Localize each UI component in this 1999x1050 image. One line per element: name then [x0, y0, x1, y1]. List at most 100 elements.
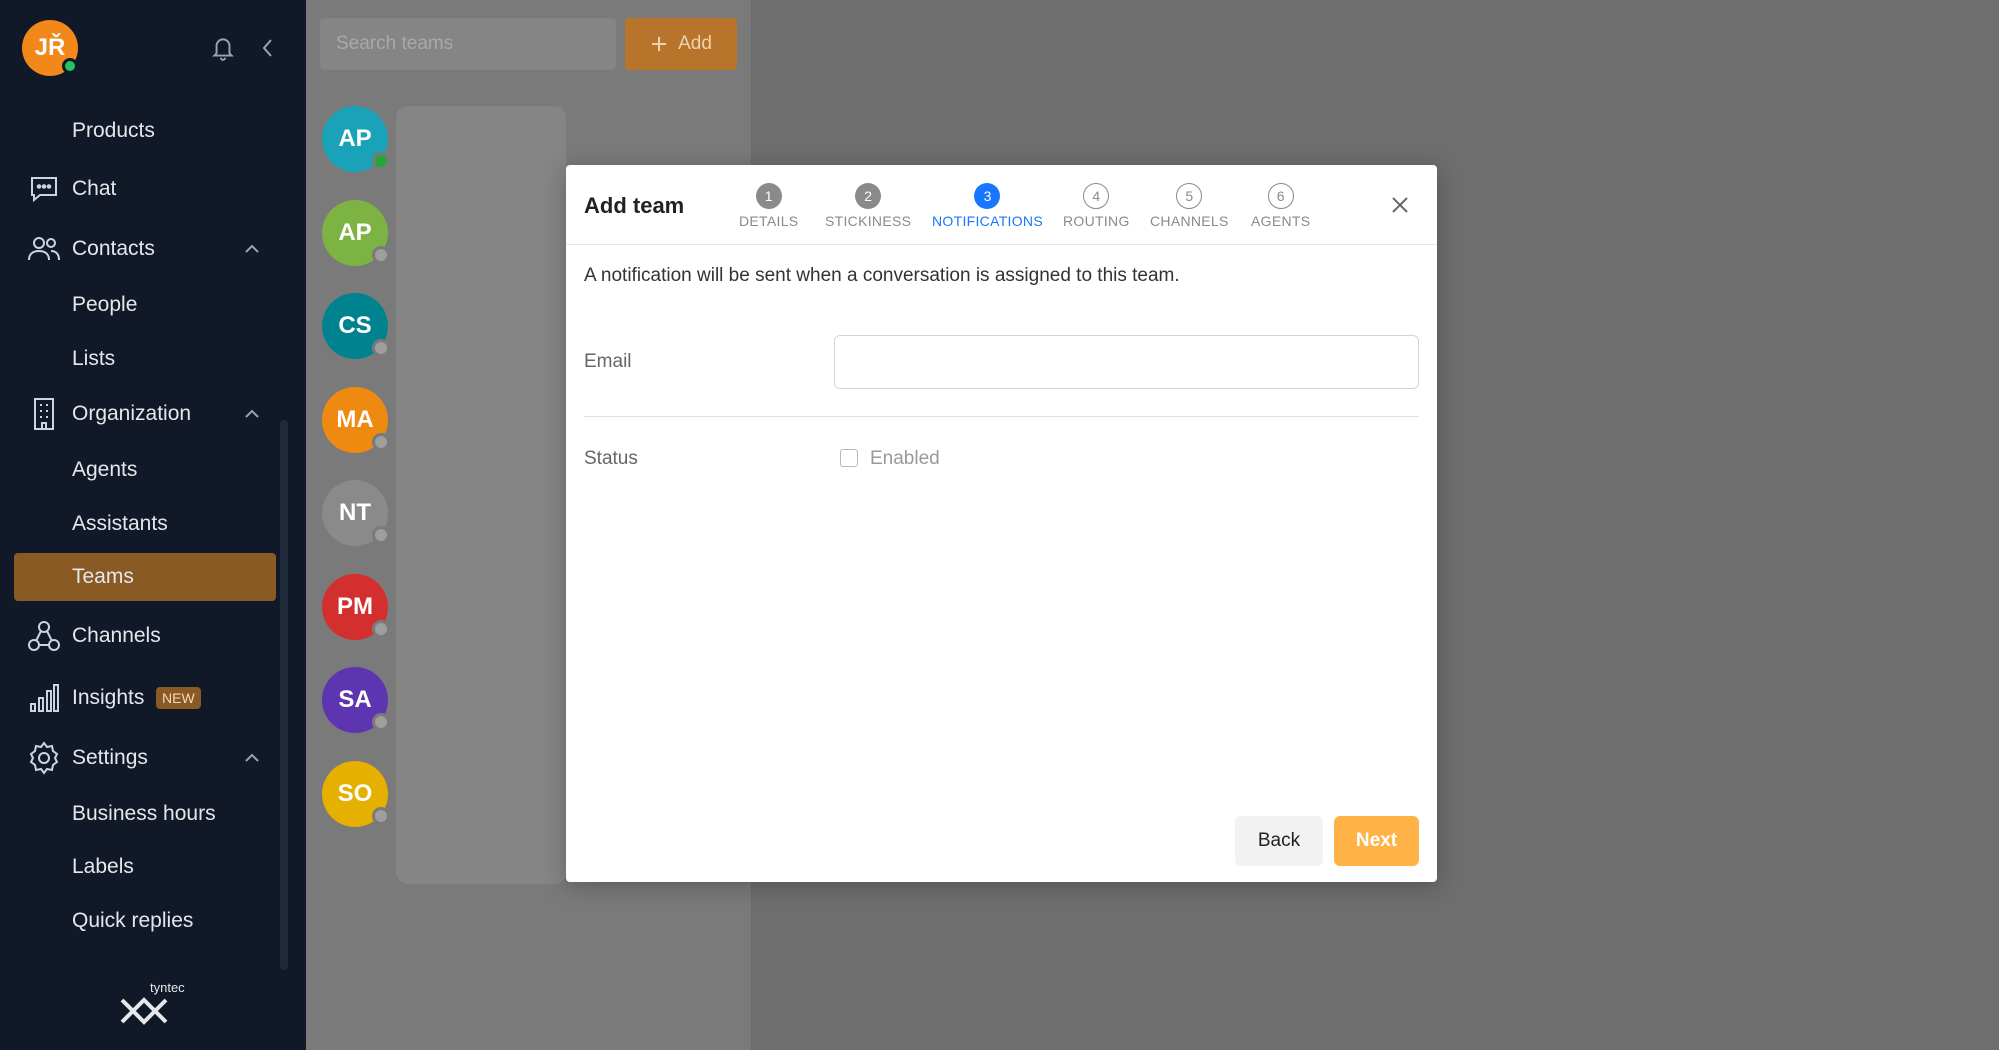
step-label: STICKINESS — [825, 213, 912, 229]
sidebar: JŘ Products Chat Contacts People Lists O… — [0, 0, 306, 1050]
step-number: 2 — [855, 183, 882, 209]
team-status-dot — [372, 806, 390, 825]
sidebar-item-label: Contacts — [72, 237, 155, 260]
team-initials: PM — [337, 592, 373, 620]
sidebar-item-label: People — [72, 293, 138, 316]
step-number: 1 — [755, 183, 782, 209]
plus-icon — [652, 37, 667, 51]
bell-icon[interactable] — [210, 34, 236, 62]
team-initials: AP — [338, 218, 372, 246]
chevron-left-icon[interactable] — [258, 36, 278, 60]
step-label: NOTIFICATIONS — [932, 213, 1043, 229]
team-avatar[interactable]: PM — [322, 573, 390, 640]
sidebar-item-label: Settings — [72, 746, 148, 769]
user-avatar[interactable]: JŘ — [22, 20, 78, 76]
chevron-up-icon[interactable] — [242, 748, 262, 768]
step-stickiness[interactable]: 2 STICKINESS — [825, 183, 911, 229]
add-team-modal: Add team 1 DETAILS 2 STICKINESS 3 NOTIFI… — [566, 165, 1437, 882]
team-initials: NT — [339, 499, 371, 526]
modal-header: Add team 1 DETAILS 2 STICKINESS 3 NOTIFI… — [566, 165, 1437, 245]
status-label: Status — [584, 448, 638, 469]
sidebar-item-label: Teams — [72, 565, 134, 588]
sidebar-item-quick-replies[interactable]: Quick replies — [0, 897, 306, 945]
team-avatar[interactable]: AP — [322, 106, 390, 172]
sidebar-item-labels[interactable]: Labels — [0, 843, 306, 891]
bar-chart-icon — [26, 680, 62, 716]
step-notifications[interactable]: 3 NOTIFICATIONS — [932, 183, 1043, 229]
logo-text: tyntec — [150, 980, 185, 995]
divider — [584, 416, 1419, 417]
team-avatar[interactable]: MA — [322, 386, 390, 453]
sidebar-item-label: Labels — [72, 855, 134, 878]
sidebar-item-lists[interactable]: Lists — [0, 335, 306, 383]
modal-title: Add team — [584, 193, 685, 218]
chevron-up-icon[interactable] — [242, 404, 262, 424]
chat-icon — [26, 171, 62, 207]
sidebar-item-label: Agents — [72, 458, 138, 481]
chevron-up-icon[interactable] — [242, 239, 262, 259]
step-label: ROUTING — [1063, 213, 1130, 229]
team-avatar[interactable]: NT — [322, 480, 390, 546]
team-status-dot — [372, 432, 390, 451]
sidebar-item-teams[interactable]: Teams — [14, 553, 276, 601]
team-initials: SO — [337, 779, 373, 807]
sidebar-item-label: Channels — [72, 624, 161, 647]
enabled-label: Enabled — [870, 448, 940, 469]
team-status-dot — [372, 619, 390, 638]
enabled-checkbox[interactable] — [840, 449, 858, 467]
team-avatar[interactable]: AP — [322, 199, 390, 266]
sidebar-item-label: Quick replies — [72, 909, 194, 932]
sidebar-item-label: Organization — [72, 402, 192, 425]
sidebar-item-organization[interactable]: Organization — [0, 390, 306, 438]
step-number: 5 — [1176, 183, 1203, 209]
tyntec-logo: tyntec — [118, 980, 188, 1030]
add-button-label: Add — [678, 33, 712, 54]
sidebar-scrollbar[interactable] — [280, 420, 288, 970]
sidebar-item-channels[interactable]: Channels — [0, 612, 306, 660]
sidebar-item-chat[interactable]: Chat — [0, 165, 306, 213]
sidebar-item-business-hours[interactable]: Business hours — [0, 790, 306, 838]
sidebar-item-label: Insights — [72, 686, 145, 709]
search-input[interactable] — [320, 18, 616, 70]
team-avatar[interactable]: CS — [322, 293, 390, 359]
building-icon — [26, 396, 62, 432]
team-avatar[interactable]: SA — [322, 667, 390, 733]
team-initials: SA — [338, 686, 372, 713]
add-team-button[interactable]: Add — [625, 18, 737, 70]
team-status-dot — [372, 152, 390, 170]
back-button[interactable]: Back — [1235, 816, 1323, 866]
team-initials: CS — [338, 312, 372, 339]
step-label: AGENTS — [1251, 213, 1311, 229]
team-status-dot — [372, 339, 390, 357]
sidebar-item-products[interactable]: Products — [0, 107, 306, 155]
sidebar-item-settings[interactable]: Settings — [0, 734, 306, 782]
team-avatar[interactable]: SO — [322, 760, 390, 827]
team-status-dot — [372, 526, 390, 544]
team-list-card — [396, 106, 566, 884]
step-label: DETAILS — [739, 213, 799, 229]
sidebar-item-label: Assistants — [72, 512, 168, 535]
sidebar-item-insights[interactable]: Insights NEW — [0, 674, 306, 722]
notification-description: A notification will be sent when a conve… — [584, 265, 1180, 286]
close-icon[interactable] — [1388, 193, 1412, 217]
step-number: 4 — [1083, 183, 1110, 209]
new-badge: NEW — [156, 687, 201, 709]
step-details[interactable]: 1 DETAILS — [739, 183, 798, 229]
team-status-dot — [372, 713, 390, 731]
logo-mark-icon — [120, 997, 168, 1025]
email-field[interactable] — [834, 335, 1419, 389]
step-number: 6 — [1267, 183, 1294, 209]
team-initials: MA — [336, 405, 374, 433]
people-icon — [26, 231, 62, 267]
step-agents[interactable]: 6 AGENTS — [1251, 183, 1310, 229]
next-button[interactable]: Next — [1334, 816, 1419, 866]
sidebar-item-contacts[interactable]: Contacts — [0, 225, 306, 273]
team-status-dot — [372, 245, 390, 264]
gear-icon — [26, 740, 62, 776]
sidebar-item-people[interactable]: People — [0, 281, 306, 329]
step-routing[interactable]: 4 ROUTING — [1063, 183, 1130, 229]
sidebar-item-agents[interactable]: Agents — [0, 446, 306, 494]
step-channels[interactable]: 5 CHANNELS — [1150, 183, 1229, 229]
sidebar-item-assistants[interactable]: Assistants — [0, 500, 306, 548]
online-status-dot — [62, 58, 78, 74]
